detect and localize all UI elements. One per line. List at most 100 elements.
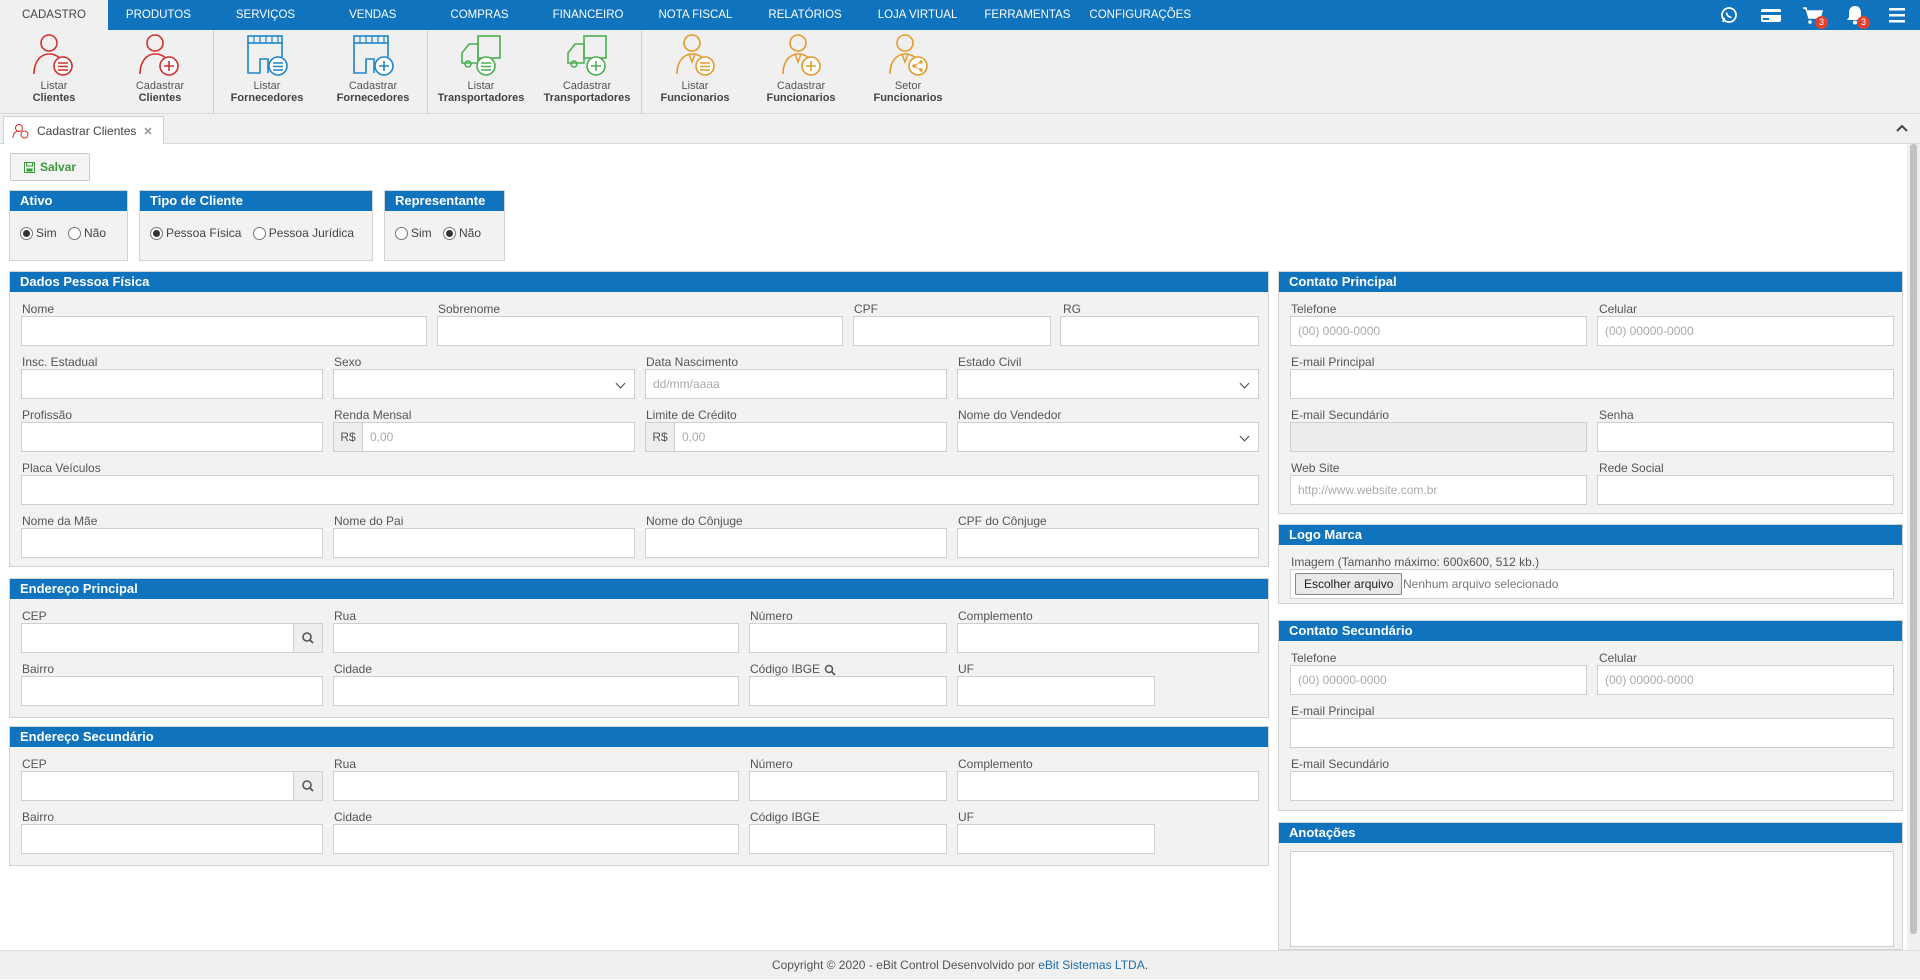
- cidade-input[interactable]: [333, 676, 739, 706]
- ribbon-cadastrar-funcionarios-button[interactable]: Cadastrar Funcionarios: [749, 32, 853, 104]
- tab-configuracoes[interactable]: CONFIGURAÇÕES: [1079, 0, 1201, 30]
- data-nascimento-input[interactable]: dd/mm/aaaa: [645, 369, 947, 399]
- vendedor-select[interactable]: [957, 422, 1259, 452]
- uf-input[interactable]: [957, 676, 1155, 706]
- credit-card-icon[interactable]: [1760, 4, 1782, 26]
- tab-servicos[interactable]: SERVIÇOS: [209, 0, 322, 30]
- numero-input[interactable]: [749, 623, 947, 653]
- estado-civil-select[interactable]: [957, 369, 1259, 399]
- ribbon-listar-fornecedores-button[interactable]: Listar Fornecedores: [215, 32, 319, 104]
- doc-tab-cadastrar-clientes[interactable]: Cadastrar Clientes: [3, 116, 165, 144]
- whatsapp-icon[interactable]: [1718, 4, 1740, 26]
- email-secundario-secundario-input[interactable]: [1290, 771, 1894, 801]
- document-tab-bar: Cadastrar Clientes: [0, 114, 1920, 144]
- bairro-input[interactable]: [21, 676, 323, 706]
- field-pai: Nome do Pai: [334, 514, 404, 528]
- rua-secundario-input[interactable]: [333, 771, 739, 801]
- bell-icon[interactable]: 3: [1844, 4, 1870, 29]
- nome-conjuge-input[interactable]: [645, 528, 947, 558]
- complemento-secundario-input[interactable]: [957, 771, 1259, 801]
- complemento-input[interactable]: [957, 623, 1259, 653]
- field-uf: UF: [958, 662, 974, 676]
- close-icon[interactable]: [143, 126, 153, 136]
- cep-secundario-input[interactable]: [21, 771, 323, 801]
- field-email2: E-mail Secundário: [1291, 408, 1390, 422]
- radio-representante-sim[interactable]: Sim: [395, 226, 432, 240]
- rua-input[interactable]: [333, 623, 739, 653]
- codigo-ibge-secundario-input[interactable]: [749, 824, 947, 854]
- field-cpf: CPF: [854, 302, 878, 316]
- ribbon-cadastrar-fornecedores-button[interactable]: Cadastrar Fornecedores: [321, 32, 425, 104]
- email-principal-input[interactable]: [1290, 369, 1894, 399]
- ribbon-listar-clientes-button[interactable]: Listar Clientes: [2, 32, 106, 104]
- field-senha: Senha: [1599, 408, 1634, 422]
- chevron-up-icon[interactable]: [1894, 120, 1910, 136]
- menu-icon[interactable]: [1886, 4, 1908, 26]
- uf-secundario-input[interactable]: [957, 824, 1155, 854]
- renda-mensal-input[interactable]: R$ 0,00: [333, 422, 635, 452]
- cart-icon[interactable]: 3: [1802, 4, 1828, 29]
- logo-file-input[interactable]: Escolher arquivo Nenhum arquivo selecion…: [1290, 569, 1894, 599]
- ribbon-cadastrar-transportadores-button[interactable]: Cadastrar Transportadores: [535, 32, 639, 104]
- tab-vendas[interactable]: VENDAS: [322, 0, 423, 30]
- field-celular: Celular: [1599, 651, 1638, 665]
- panel-title: Contato Secundário: [1279, 621, 1902, 641]
- panel-representante: Representante Sim Não: [384, 190, 505, 261]
- tab-financeiro[interactable]: FINANCEIRO: [536, 0, 641, 30]
- sexo-select[interactable]: [333, 369, 635, 399]
- scrollbar-thumb[interactable]: [1910, 144, 1917, 934]
- nome-pai-input[interactable]: [333, 528, 635, 558]
- tab-loja-virtual[interactable]: LOJA VIRTUAL: [860, 0, 976, 30]
- website-input[interactable]: http://www.website.com.br: [1290, 475, 1587, 505]
- ribbon-setor-funcionarios-button[interactable]: Setor Funcionarios: [856, 32, 960, 104]
- footer-company-link[interactable]: eBit Sistemas LTDA: [1038, 958, 1144, 972]
- radio-pessoa-fisica[interactable]: Pessoa Física: [150, 226, 241, 240]
- tab-ferramentas[interactable]: FERRAMENTAS: [975, 0, 1079, 30]
- tab-cadastro[interactable]: CADASTRO: [0, 0, 108, 30]
- profissao-input[interactable]: [21, 422, 323, 452]
- celular-input[interactable]: (00) 00000-0000: [1597, 316, 1894, 346]
- rg-input[interactable]: [1060, 316, 1259, 346]
- field-limite: Limite de Crédito: [646, 408, 737, 422]
- sobrenome-input[interactable]: [437, 316, 843, 346]
- cpf-input[interactable]: [853, 316, 1051, 346]
- ribbon-listar-funcionarios-button[interactable]: Listar Funcionarios: [643, 32, 747, 104]
- cep-search-button[interactable]: [293, 772, 322, 800]
- inscricao-estadual-input[interactable]: [21, 369, 323, 399]
- save-button[interactable]: Salvar: [10, 153, 90, 181]
- telefone-secundario-input[interactable]: (00) 00000-0000: [1290, 665, 1587, 695]
- celular-secundario-input[interactable]: (00) 00000-0000: [1597, 665, 1894, 695]
- vertical-scrollbar[interactable]: [1907, 144, 1920, 950]
- email-principal-secundario-input[interactable]: [1290, 718, 1894, 748]
- nome-input[interactable]: [21, 316, 427, 346]
- tab-nota-fiscal[interactable]: NOTA FISCAL: [640, 0, 750, 30]
- telefone-input[interactable]: (00) 0000-0000: [1290, 316, 1587, 346]
- anotacoes-textarea[interactable]: [1290, 851, 1894, 947]
- cpf-conjuge-input[interactable]: [957, 528, 1259, 558]
- search-icon[interactable]: [824, 664, 836, 676]
- choose-file-button[interactable]: Escolher arquivo: [1295, 573, 1403, 595]
- ribbon-listar-transportadores-button[interactable]: Listar Transportadores: [429, 32, 533, 104]
- radio-representante-nao[interactable]: Não: [443, 226, 481, 240]
- email-secundario-input[interactable]: [1290, 422, 1587, 452]
- field-imagem: Imagem (Tamanho máximo: 600x600, 512 kb.…: [1291, 555, 1540, 569]
- nome-mae-input[interactable]: [21, 528, 323, 558]
- bairro-secundario-input[interactable]: [21, 824, 323, 854]
- radio-ativo-nao[interactable]: Não: [68, 226, 106, 240]
- limite-credito-input[interactable]: R$ 0,00: [645, 422, 947, 452]
- radio-pessoa-juridica[interactable]: Pessoa Jurídica: [252, 226, 354, 240]
- tab-produtos[interactable]: PRODUTOS: [108, 0, 209, 30]
- codigo-ibge-input[interactable]: [749, 676, 947, 706]
- cep-input[interactable]: [21, 623, 323, 653]
- cep-search-button[interactable]: [293, 624, 322, 652]
- tab-relatorios[interactable]: RELATÓRIOS: [750, 0, 859, 30]
- field-rede-social: Rede Social: [1599, 461, 1664, 475]
- numero-secundario-input[interactable]: [749, 771, 947, 801]
- cidade-secundario-input[interactable]: [333, 824, 739, 854]
- tab-compras[interactable]: COMPRAS: [423, 0, 535, 30]
- radio-ativo-sim[interactable]: Sim: [20, 226, 57, 240]
- ribbon-cadastrar-clientes-button[interactable]: Cadastrar Clientes: [108, 32, 212, 104]
- rede-social-input[interactable]: [1597, 475, 1894, 505]
- placa-veiculos-input[interactable]: [21, 475, 1259, 505]
- senha-input[interactable]: [1597, 422, 1894, 452]
